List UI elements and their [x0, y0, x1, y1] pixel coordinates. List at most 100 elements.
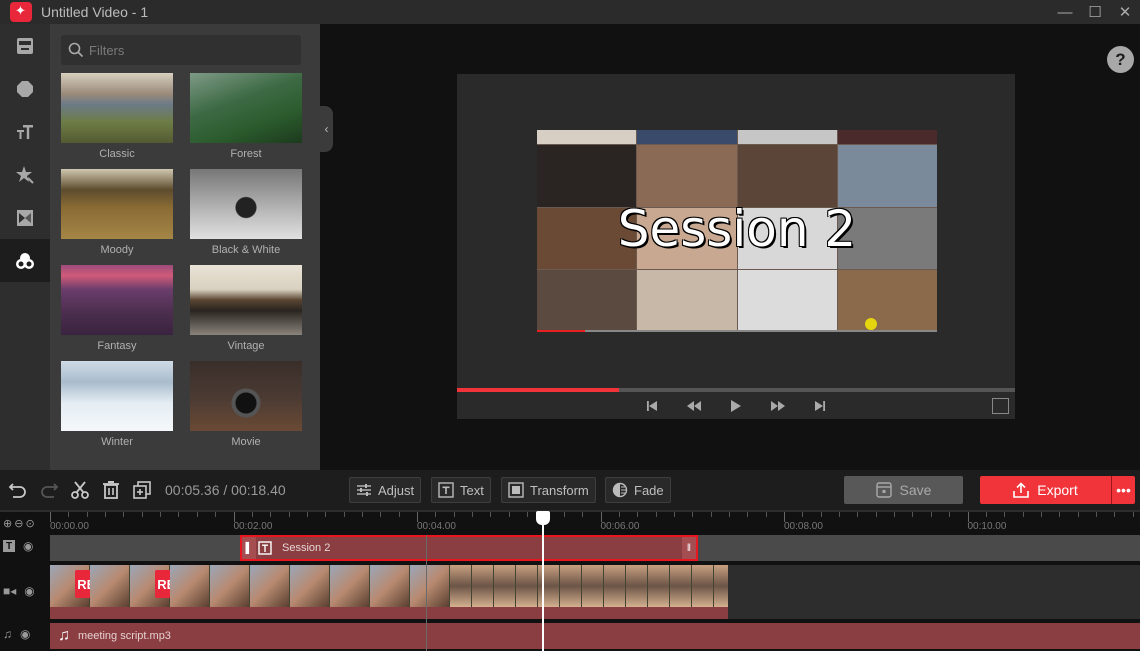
redo-button[interactable]: [33, 477, 64, 503]
seek-bar[interactable]: [457, 388, 1015, 392]
filter-label: Black & White: [211, 244, 281, 256]
tick: [912, 512, 914, 517]
maximize-button[interactable]: ☐: [1080, 0, 1110, 24]
playhead-handle[interactable]: [536, 511, 550, 525]
tick-label: 00:10.00: [967, 521, 1007, 532]
minimize-button[interactable]: —: [1050, 0, 1080, 24]
eye-icon[interactable]: ◉: [24, 584, 34, 598]
time-ruler[interactable]: ⊕ ⊖ ⊙ 00:00.00 00:02.00 00:04.00 00:06.00 00…: [0, 510, 1140, 534]
fade-button[interactable]: Fade: [605, 477, 671, 503]
text-clip[interactable]: ▌ Session 2 ‖: [240, 535, 698, 561]
tick: [1077, 512, 1079, 517]
fast-forward-icon: [771, 401, 785, 411]
transform-label: Transform: [530, 482, 589, 498]
cut-button[interactable]: [64, 477, 95, 503]
transform-button[interactable]: Transform: [501, 477, 596, 503]
trash-icon: [102, 481, 119, 499]
delete-button[interactable]: [95, 477, 126, 503]
text-button[interactable]: Text: [431, 477, 491, 503]
fast-forward-button[interactable]: [766, 396, 790, 416]
save-button[interactable]: Save: [844, 476, 963, 504]
tick: [380, 512, 382, 517]
filter-search[interactable]: [61, 35, 301, 65]
play-button[interactable]: [724, 396, 748, 416]
time-display: 00:05.36 / 00:18.40: [165, 482, 286, 498]
close-button[interactable]: ✕: [1110, 0, 1140, 24]
duplicate-button[interactable]: [126, 477, 157, 503]
rail-item-effects[interactable]: [0, 153, 50, 196]
video-frame-thumbnail: [516, 565, 538, 607]
rail-item-elements[interactable]: [0, 67, 50, 110]
filter-item-vintage[interactable]: Vintage: [190, 265, 302, 361]
eye-icon[interactable]: ◉: [20, 627, 30, 641]
filter-item-fantasy[interactable]: Fantasy: [61, 265, 173, 361]
filters-panel: Classic Forest Moody Black & White Fanta…: [50, 24, 320, 470]
tick: [527, 512, 529, 517]
tick: [673, 512, 675, 517]
tick: [1132, 512, 1134, 517]
app-logo-icon: [10, 2, 32, 22]
audio-clip-label: meeting script.mp3: [78, 630, 171, 642]
tick: [50, 512, 51, 522]
tick: [692, 512, 694, 517]
eye-icon[interactable]: ◉: [23, 539, 33, 553]
tick: [600, 512, 602, 522]
collapse-panel-button[interactable]: ‹: [320, 106, 333, 152]
video-frame-thumbnail: REC: [130, 565, 187, 607]
skip-start-button[interactable]: [640, 396, 664, 416]
tick: [875, 512, 877, 517]
playhead[interactable]: [542, 511, 544, 651]
redo-icon: [40, 483, 58, 498]
zoom-fit-icon[interactable]: ⊙: [25, 517, 34, 530]
tick-label: 00:00.00: [50, 521, 89, 532]
tick: [123, 512, 125, 517]
clip-left-handle[interactable]: ▌: [242, 537, 256, 559]
video-frame-thumbnail: [648, 565, 670, 607]
skip-start-icon: [647, 401, 657, 411]
rail-item-transitions[interactable]: [0, 196, 50, 239]
filter-item-classic[interactable]: Classic: [61, 73, 173, 169]
filter-item-forest[interactable]: Forest: [190, 73, 302, 169]
filter-search-input[interactable]: [89, 42, 289, 58]
export-button[interactable]: Export: [980, 476, 1111, 504]
skip-end-button[interactable]: [808, 396, 832, 416]
rewind-button[interactable]: [682, 396, 706, 416]
rail-item-filters[interactable]: [0, 239, 50, 282]
tick-label: 00:06.00: [600, 521, 640, 532]
filters-icon: [16, 252, 34, 269]
adjust-button[interactable]: Adjust: [349, 477, 422, 503]
edit-toolbar: 00:05.36 / 00:18.40 Adjust Text Transfor…: [0, 470, 1140, 510]
filter-item-black-white[interactable]: Black & White: [190, 169, 302, 265]
filter-thumbnail: [190, 73, 302, 143]
undo-button[interactable]: [2, 477, 33, 503]
title-bar: Untitled Video - 1 — ☐ ✕: [0, 0, 1140, 24]
duplicate-icon: [132, 481, 151, 499]
video-frame-thumbnail: [290, 565, 330, 607]
tick: [949, 512, 951, 517]
tick: [618, 512, 620, 517]
export-more-button[interactable]: •••: [1111, 476, 1135, 504]
zoom-in-icon[interactable]: ⊕: [3, 517, 12, 530]
help-button[interactable]: ?: [1107, 46, 1134, 73]
filter-item-moody[interactable]: Moody: [61, 169, 173, 265]
tick: [178, 512, 180, 517]
filter-item-winter[interactable]: Winter: [61, 361, 173, 457]
tick: [288, 512, 290, 517]
tick: [215, 512, 217, 517]
tick: [728, 512, 730, 517]
video-frame-thumbnail: [410, 565, 450, 607]
tick: [472, 512, 474, 517]
filter-label: Movie: [231, 436, 261, 448]
video-clip[interactable]: REC REC: [50, 565, 728, 619]
tick: [325, 512, 327, 517]
filter-item-movie[interactable]: Movie: [190, 361, 302, 457]
zoom-out-icon[interactable]: ⊖: [14, 517, 23, 530]
rail-item-media[interactable]: [0, 24, 50, 67]
fullscreen-button[interactable]: [992, 398, 1009, 414]
clip-right-handle[interactable]: ‖: [682, 537, 696, 559]
rail-item-text[interactable]: [0, 110, 50, 153]
audio-clip[interactable]: ♫ meeting script.mp3: [50, 623, 1140, 649]
tick: [141, 512, 143, 517]
video-frame: Session 2: [537, 130, 937, 332]
tick: [820, 512, 822, 517]
